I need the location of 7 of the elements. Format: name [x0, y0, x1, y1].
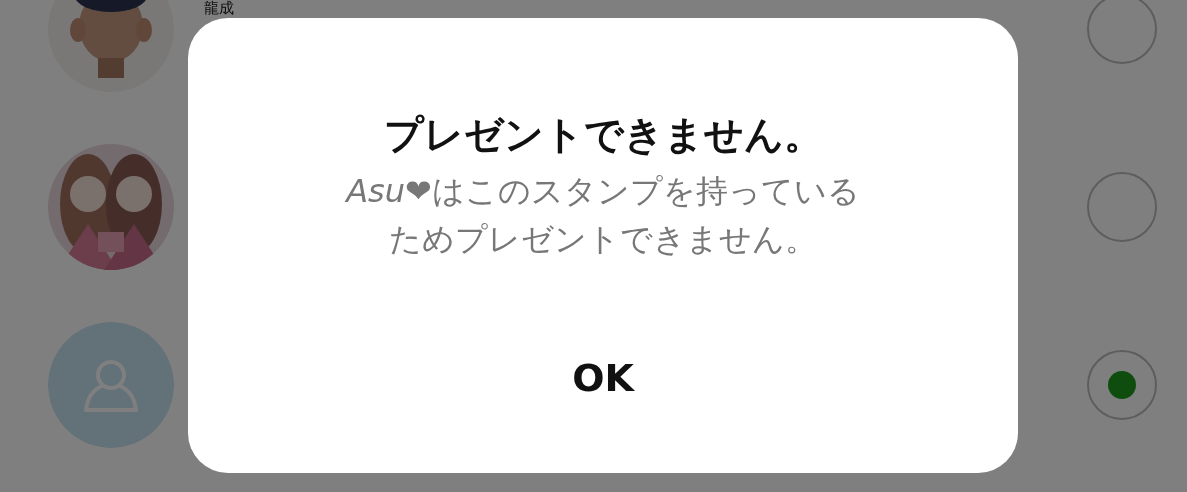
message-line: ためプレゼントできません。 [389, 218, 817, 260]
person-icon [84, 360, 138, 412]
radio-button[interactable] [1087, 0, 1157, 64]
message-line: Asu❤はこのスタンプを持っている [346, 170, 860, 212]
ok-button[interactable]: OK [552, 346, 654, 411]
friend-name: 龍成 [204, 1, 234, 16]
dialog-title: プレゼントできません。 [383, 111, 823, 159]
